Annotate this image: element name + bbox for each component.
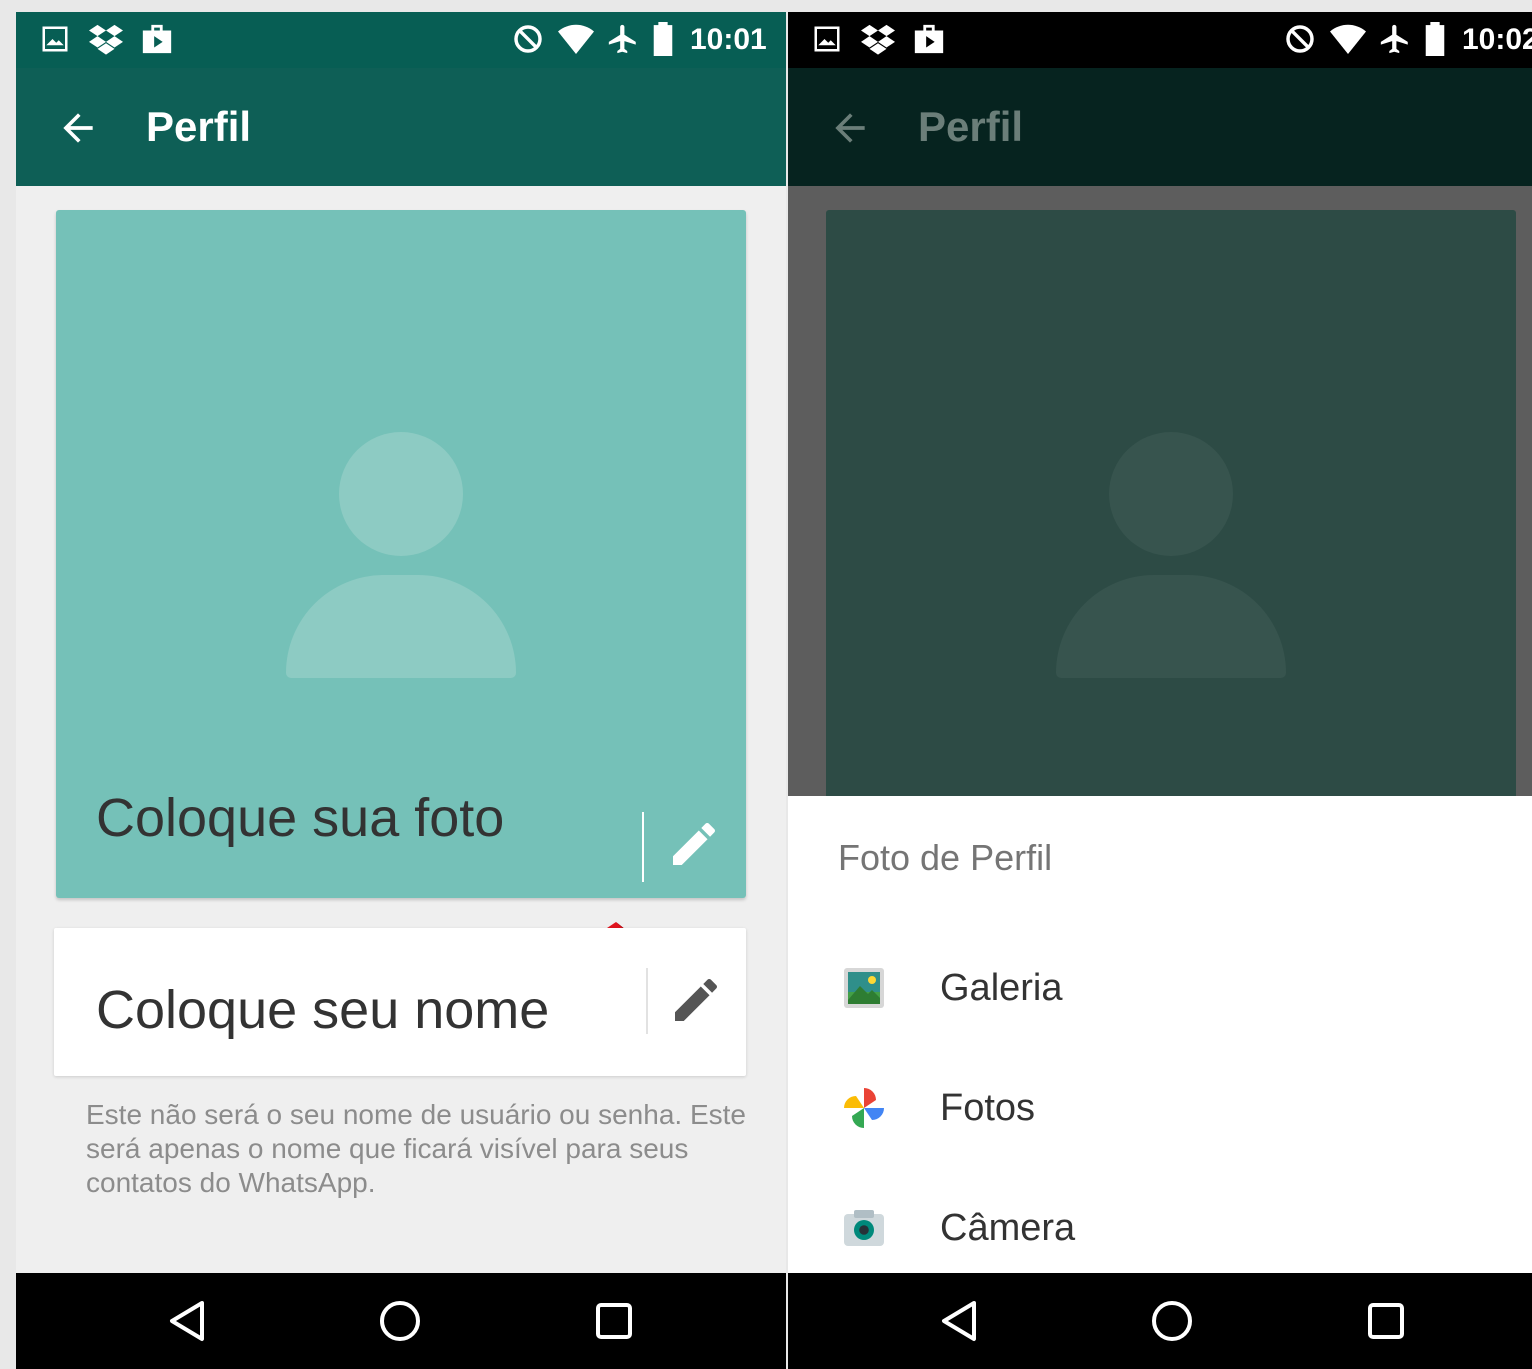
sheet-title: Foto de Perfil <box>838 837 1053 878</box>
nav-recents-icon[interactable] <box>590 1297 638 1345</box>
name-hint-text: Este não será o seu nome de usuário ou s… <box>86 1099 746 1198</box>
airplane-mode-icon <box>606 22 640 56</box>
option-label: Câmera <box>940 1207 1076 1249</box>
add-photo-label: Coloque sua foto <box>96 788 505 848</box>
image-notification-icon <box>40 22 70 56</box>
nav-back-icon[interactable] <box>164 1297 212 1345</box>
battery-icon <box>652 22 674 56</box>
nav-home-icon[interactable] <box>1148 1297 1196 1345</box>
image-notification-icon <box>812 22 842 56</box>
wifi-icon <box>1330 22 1366 56</box>
status-time: 10:01 <box>690 23 767 56</box>
option-label: Fotos <box>940 1087 1036 1129</box>
avatar-placeholder-body <box>1056 575 1286 678</box>
option-photos[interactable]: Fotos <box>788 1052 1532 1162</box>
battery-icon <box>1424 22 1446 56</box>
option-gallery[interactable]: Galeria <box>788 932 1532 1042</box>
avatar-placeholder-head <box>1109 432 1233 556</box>
app-bar: Perfil <box>788 68 1532 186</box>
nav-home-icon[interactable] <box>376 1297 424 1345</box>
camera-icon <box>844 1210 884 1246</box>
avatar-placeholder-head <box>339 432 463 556</box>
navigation-bar <box>16 1273 786 1369</box>
profile-screen: 10:01 Perfil Coloque sua foto Coloque se… <box>16 12 786 1369</box>
play-store-icon <box>140 22 174 56</box>
page-title: Perfil <box>146 103 252 150</box>
navigation-bar <box>788 1273 1532 1369</box>
profile-photo-card[interactable]: Coloque sua foto <box>56 210 746 1022</box>
nav-back-icon[interactable] <box>936 1297 984 1345</box>
do-not-disturb-icon <box>1284 22 1316 56</box>
edit-photo-pencil-icon[interactable] <box>666 816 722 872</box>
play-store-icon <box>912 22 946 56</box>
gallery-icon <box>844 968 884 1008</box>
option-label: Galeria <box>940 967 1063 1009</box>
status-bar: 10:01 <box>16 12 786 68</box>
status-time: 10:02 <box>1462 23 1532 56</box>
photo-edit-divider <box>642 812 644 882</box>
name-field[interactable]: Coloque seu nome <box>96 978 549 1042</box>
dropbox-icon <box>88 22 124 56</box>
back-arrow-icon <box>835 113 865 143</box>
page-title: Perfil <box>918 103 1024 150</box>
option-camera[interactable]: Câmera <box>788 1172 1532 1282</box>
photos-pinwheel-icon <box>844 1088 884 1128</box>
profile-photo-picker-screen: 10:02 Perfil Foto de Perfil Galeria Foto… <box>788 12 1532 1369</box>
wifi-icon <box>558 22 594 56</box>
profile-name-card[interactable]: Coloque seu nome <box>54 928 746 1076</box>
avatar-placeholder-body <box>286 575 516 678</box>
back-arrow-icon[interactable] <box>56 106 100 150</box>
nav-recents-icon[interactable] <box>1362 1297 1410 1345</box>
airplane-mode-icon <box>1378 22 1412 56</box>
do-not-disturb-icon <box>512 22 544 56</box>
edit-name-pencil-icon[interactable] <box>668 972 724 1028</box>
dropbox-icon <box>860 22 896 56</box>
name-edit-divider <box>646 968 648 1034</box>
app-bar: Perfil <box>16 68 786 186</box>
photo-source-bottom-sheet: Foto de Perfil Galeria Fotos Câmera <box>788 796 1532 1273</box>
status-bar: 10:02 <box>788 12 1532 68</box>
profile-photo-card-dimmed <box>826 210 1516 810</box>
